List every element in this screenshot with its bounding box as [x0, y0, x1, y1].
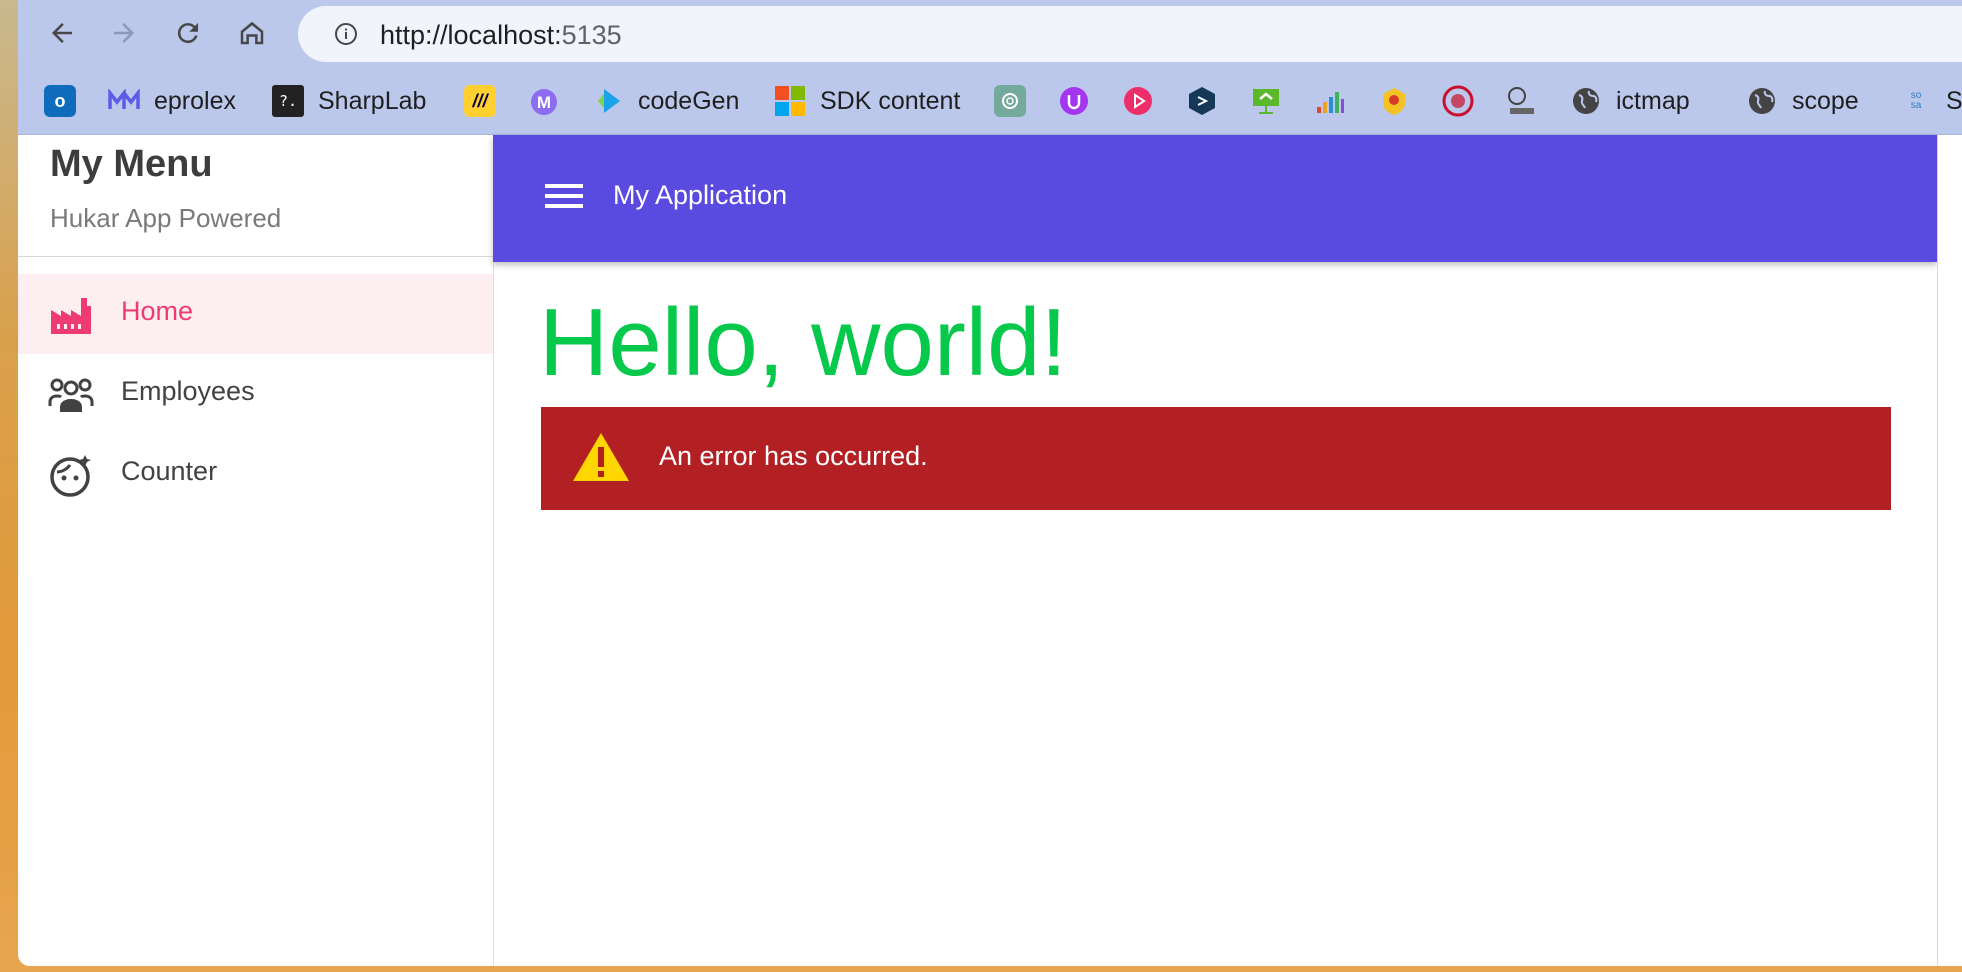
svg-text:M: M: [537, 93, 551, 112]
forward-button[interactable]: [106, 15, 142, 51]
bookmark-share[interactable]: [1186, 80, 1218, 122]
bookmark-ictmap[interactable]: ictmap: [1570, 80, 1690, 122]
bookmark-eprolex[interactable]: eprolex: [108, 80, 236, 122]
drawer-header: My Menu Hukar App Powered: [18, 135, 493, 257]
bookmark-graph[interactable]: [1314, 80, 1346, 122]
bookmark-miro[interactable]: ///: [464, 80, 496, 122]
m-logo-icon: M: [528, 85, 560, 117]
bookmark-label: ictmap: [1616, 86, 1690, 115]
share-hex-icon: [1186, 85, 1218, 117]
back-button[interactable]: [44, 15, 80, 51]
bookmark-scope[interactable]: scope: [1746, 80, 1859, 122]
eprolex-icon: [108, 85, 140, 117]
bookmarks-bar: o eprolex ?. SharpLab /// M codeGen SDK …: [18, 68, 1962, 135]
warning-icon: [573, 433, 629, 481]
nav-drawer: My Menu Hukar App Powered Home Employees…: [18, 135, 494, 966]
info-icon[interactable]: [334, 22, 358, 46]
terminal-icon: ?.: [272, 85, 304, 117]
bookmark-chatgpt[interactable]: [994, 80, 1026, 122]
outlook-icon: o: [44, 85, 76, 117]
bookmark-sdk-content[interactable]: SDK content: [774, 80, 960, 122]
nav-item-home[interactable]: Home: [18, 274, 493, 354]
nav-item-counter[interactable]: Counter: [18, 434, 493, 514]
u-circle-icon: [1058, 85, 1090, 117]
browser-toolbar: http://localhost:5135: [18, 0, 1962, 68]
bar-graph-icon: [1314, 85, 1346, 117]
emblem-icon: [1378, 85, 1410, 117]
address-bar[interactable]: http://localhost:5135: [298, 6, 1962, 62]
url-host: http://localhost:: [380, 20, 562, 50]
home-button[interactable]: [234, 15, 270, 51]
bookmark-epro-admin[interactable]: [1506, 80, 1538, 122]
microsoft-icon: [774, 85, 806, 117]
bookmark-label: eprolex: [154, 86, 236, 115]
globe-icon: [1746, 85, 1778, 117]
reload-icon: [177, 23, 198, 44]
alert-message: An error has occurred.: [659, 441, 928, 471]
home-icon: [240, 21, 264, 45]
reload-button[interactable]: [170, 15, 206, 51]
bookmark-play[interactable]: [1122, 80, 1154, 122]
nav-label: Home: [121, 296, 194, 326]
url-text[interactable]: http://localhost:5135: [380, 20, 622, 51]
chatgpt-icon: [994, 85, 1026, 117]
app-root: My Menu Hukar App Powered Home Employees…: [18, 135, 1962, 966]
bookmark-label: SA: [1946, 86, 1962, 115]
bookmark-sharplab[interactable]: ?. SharpLab: [272, 80, 426, 122]
nav-label: Employees: [121, 376, 255, 406]
presentation-icon: [1250, 85, 1282, 117]
red-seal-icon: [1442, 85, 1474, 117]
url-port: 5135: [561, 20, 622, 50]
bookmark-emblem[interactable]: [1378, 80, 1410, 122]
bookmark-label: scope: [1792, 86, 1859, 115]
drawer-subtitle: Hukar App Powered: [50, 203, 282, 233]
bookmark-label: SharpLab: [318, 86, 427, 115]
group-icon: [48, 378, 94, 412]
app-bar: My Application: [493, 135, 1937, 262]
play-circle-icon: [1122, 85, 1154, 117]
browser-window: http://localhost:5135 o eprolex ?. Sharp…: [18, 0, 1962, 966]
face-icon: [50, 455, 91, 497]
so-sa-icon: so sa: [1910, 90, 1922, 111]
arrow-left-icon: [52, 23, 72, 43]
arrow-right-icon: [114, 23, 134, 43]
bookmark-presentation[interactable]: [1250, 80, 1282, 122]
bookmark-label: codeGen: [638, 86, 740, 115]
bookmark-udemy[interactable]: [1058, 80, 1090, 122]
drawer-title: My Menu: [50, 143, 213, 185]
bookmark-label: SDK content: [820, 86, 961, 115]
bookmark-m[interactable]: M: [528, 80, 560, 122]
app-title: My Application: [613, 180, 788, 210]
globe-icon: [1570, 85, 1602, 117]
bookmark-seal[interactable]: [1442, 80, 1474, 122]
bookmark-outlook[interactable]: o: [44, 80, 76, 122]
nav-label: Counter: [121, 456, 218, 486]
main-content: Hello, world! An error has occurred.: [493, 262, 1937, 966]
bookmark-codegen[interactable]: codeGen: [592, 80, 739, 122]
miro-icon: ///: [464, 85, 496, 117]
error-alert: An error has occurred.: [541, 407, 1891, 510]
factory-icon: [51, 298, 91, 334]
epro-admin-icon: [1506, 85, 1538, 117]
page-heading: Hello, world!: [539, 289, 1068, 396]
play-arrow-icon: [592, 85, 624, 117]
side-panel-edge: [1937, 135, 1962, 966]
nav-item-employees[interactable]: Employees: [18, 354, 493, 434]
bookmark-sa[interactable]: sosa SA: [1900, 80, 1962, 122]
hamburger-menu-icon[interactable]: [545, 181, 583, 211]
